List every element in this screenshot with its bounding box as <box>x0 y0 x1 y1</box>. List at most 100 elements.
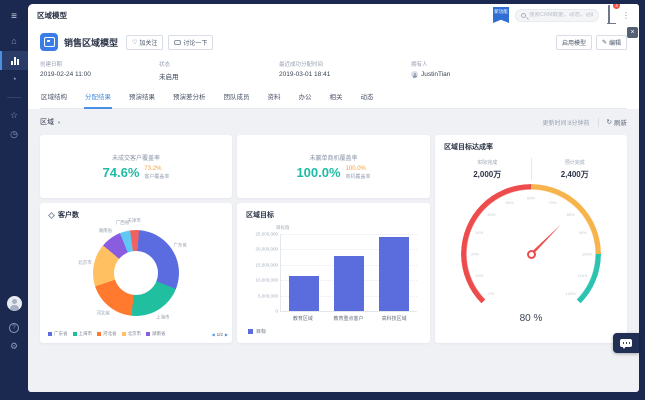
donut-slice-label: 广西省 <box>116 220 130 226</box>
refresh-button[interactable]: ↻刷新 <box>607 117 627 127</box>
donut-card-customers: 客户数 天津市广东省上海市河北省北京市湖南省广西省 广东省上海市河北省北京市湖南… <box>40 203 232 343</box>
gauge-stat: 预计完成2,400万 <box>532 159 619 180</box>
bar-card-territory-target: 区域目标 目标值 25,000,00020,000,00015,000,0001… <box>237 203 430 343</box>
heart-icon: ♡ <box>132 39 137 46</box>
pencil-icon: ✎ <box>602 39 607 46</box>
kpi-title: 未赢单商机覆盖率 <box>296 153 370 162</box>
territory-model-icon <box>40 33 58 51</box>
kpi-card-opportunity-coverage: 未赢单商机覆盖率 100.0% 100.0% 商机覆盖率 <box>237 135 430 198</box>
gauge-tick-label: 90% <box>579 230 587 235</box>
y-tick-label: 5,000,000 <box>258 293 278 298</box>
gauge-tick-label: 50% <box>506 200 514 205</box>
info-field: 创建日期2019-02-24 11:00 <box>40 60 159 81</box>
legend-item[interactable]: 上海市 <box>73 331 93 337</box>
kpi-compare-value: 100.0% <box>346 166 371 172</box>
legend-item[interactable]: 河北省 <box>97 331 117 337</box>
gauge-tick-label: 80% <box>567 212 575 217</box>
y-axis-title: 目标值 <box>276 225 421 231</box>
gauge-card-target-completion: 区域目标达成率 实际完成2,000万预计完成2,400万 0% 10% 20% 30%… <box>435 135 627 343</box>
record-title: 销售区域模型 <box>64 36 118 49</box>
time-pie-icon[interactable]: ◔ <box>0 70 28 89</box>
gauge-tick-label: 10% <box>475 273 483 278</box>
kpi-compare-value: 73.2% <box>144 166 169 172</box>
gauge-tick-label: 20% <box>471 252 479 257</box>
refresh-icon: ↻ <box>607 118 612 126</box>
bar-chart-icon <box>11 57 19 65</box>
notifications-button[interactable]: 4 <box>608 6 610 24</box>
home-icon[interactable]: ⌂ <box>0 32 28 51</box>
y-tick-label: 20,000,000 <box>255 247 278 252</box>
gauge-stat: 实际完成2,000万 <box>444 159 531 180</box>
app-window: 区域模型 新功能 4 ⋮ × 销售区域模型 ♡加关注 ⋯讨论一下 启用模型 ✎编… <box>28 4 639 392</box>
user-avatar[interactable] <box>7 296 22 311</box>
gauge-tick-label: 0% <box>489 291 495 296</box>
dashboard-icon[interactable] <box>0 51 28 70</box>
tab-9[interactable]: 动态 <box>360 91 375 108</box>
legend-item[interactable]: 北京市 <box>122 331 142 337</box>
kpi-compare-label: 商机覆盖率 <box>346 173 371 180</box>
gauge-tick-label: 110% <box>578 273 588 278</box>
top-bar: 区域模型 新功能 4 ⋮ <box>28 4 639 26</box>
tab-3[interactable]: 预演结果 <box>128 91 156 108</box>
search-box[interactable] <box>515 9 599 22</box>
kpi-title: 未成交客户覆盖率 <box>103 153 170 162</box>
tab-7[interactable]: 办公 <box>298 91 313 108</box>
tab-1[interactable]: 区域结构 <box>40 91 68 108</box>
help-icon[interactable]: ? <box>0 318 28 337</box>
search-input[interactable] <box>529 12 593 18</box>
donut-chart: 天津市广东省上海市河北省北京市湖南省广西省 <box>93 230 179 316</box>
legend-item[interactable]: 广东省 <box>48 331 68 337</box>
gauge-value: 80 % <box>461 313 601 324</box>
donut-slice-label: 河北省 <box>97 310 111 316</box>
search-icon <box>521 13 526 18</box>
bell-icon <box>608 5 610 23</box>
star-icon[interactable]: ☆ <box>0 106 28 125</box>
pager-prev-icon[interactable]: ◀ <box>212 332 215 337</box>
settings-gear-icon[interactable]: ⚙ <box>0 337 28 356</box>
gauge-tick-label: 30% <box>475 230 483 235</box>
gauge-tick-label: 70% <box>548 200 556 205</box>
tab-4[interactable]: 预演差分析 <box>172 91 207 108</box>
follow-button[interactable]: ♡加关注 <box>126 35 163 50</box>
bar <box>334 256 364 311</box>
record-header: × 销售区域模型 ♡加关注 ⋯讨论一下 启用模型 ✎编辑 创建日期2019-02… <box>28 26 639 109</box>
enable-model-button[interactable]: 启用模型 <box>556 35 592 50</box>
donut-slice-label: 上海市 <box>156 315 170 321</box>
left-sidebar: ≡ ⌂ ◔ ☆ ◷ ? ⚙ <box>0 0 28 400</box>
chat-fab-button[interactable] <box>613 333 639 353</box>
pager-next-icon[interactable]: ▶ <box>225 332 228 337</box>
discuss-button[interactable]: ⋯讨论一下 <box>168 35 213 50</box>
owner-avatar <box>411 71 418 78</box>
tab-5[interactable]: 团队成员 <box>223 91 251 108</box>
donut-slice-label: 广东省 <box>173 242 187 248</box>
region-filter[interactable]: 区域▼ <box>40 117 61 127</box>
sidebar-divider <box>7 97 21 98</box>
bar-legend: 目标 <box>248 328 421 335</box>
bar-plot: 25,000,00020,000,00015,000,00010,000,000… <box>280 234 417 312</box>
x-tick-label: 高科技区域 <box>371 315 417 322</box>
gauge-center-dot <box>527 250 536 259</box>
donut-title: 客户数 <box>58 210 79 220</box>
menu-icon[interactable]: ≡ <box>0 7 28 26</box>
notification-badge: 4 <box>613 4 620 9</box>
edit-button[interactable]: ✎编辑 <box>596 35 627 50</box>
new-feature-ribbon[interactable]: 新功能 <box>493 7 509 23</box>
tab-8[interactable]: 相关 <box>329 91 344 108</box>
more-menu-icon[interactable]: ⋮ <box>622 11 630 20</box>
bar <box>379 237 409 311</box>
close-button[interactable]: × <box>627 27 638 38</box>
dashboard-toolbar: 区域▼ 更新时间:8分钟前 ↻刷新 <box>28 109 639 135</box>
legend-swatch <box>248 329 253 334</box>
info-field: 状态未启用 <box>159 60 279 81</box>
legend-item[interactable]: 湖南省 <box>146 331 166 337</box>
gauge-title: 区域目标达成率 <box>444 142 618 152</box>
y-tick-label: 10,000,000 <box>255 278 278 283</box>
gauge-tick-label: 40% <box>487 212 495 217</box>
y-tick-label: 15,000,000 <box>255 262 278 267</box>
chevron-down-icon: ▼ <box>57 120 61 125</box>
tab-6[interactable]: 资料 <box>267 91 282 108</box>
tab-2[interactable]: 分配结果 <box>84 91 112 109</box>
history-icon[interactable]: ◷ <box>0 125 28 144</box>
x-tick-label: 教育区域 <box>280 315 326 322</box>
kpi-value: 100.0% <box>296 165 340 180</box>
